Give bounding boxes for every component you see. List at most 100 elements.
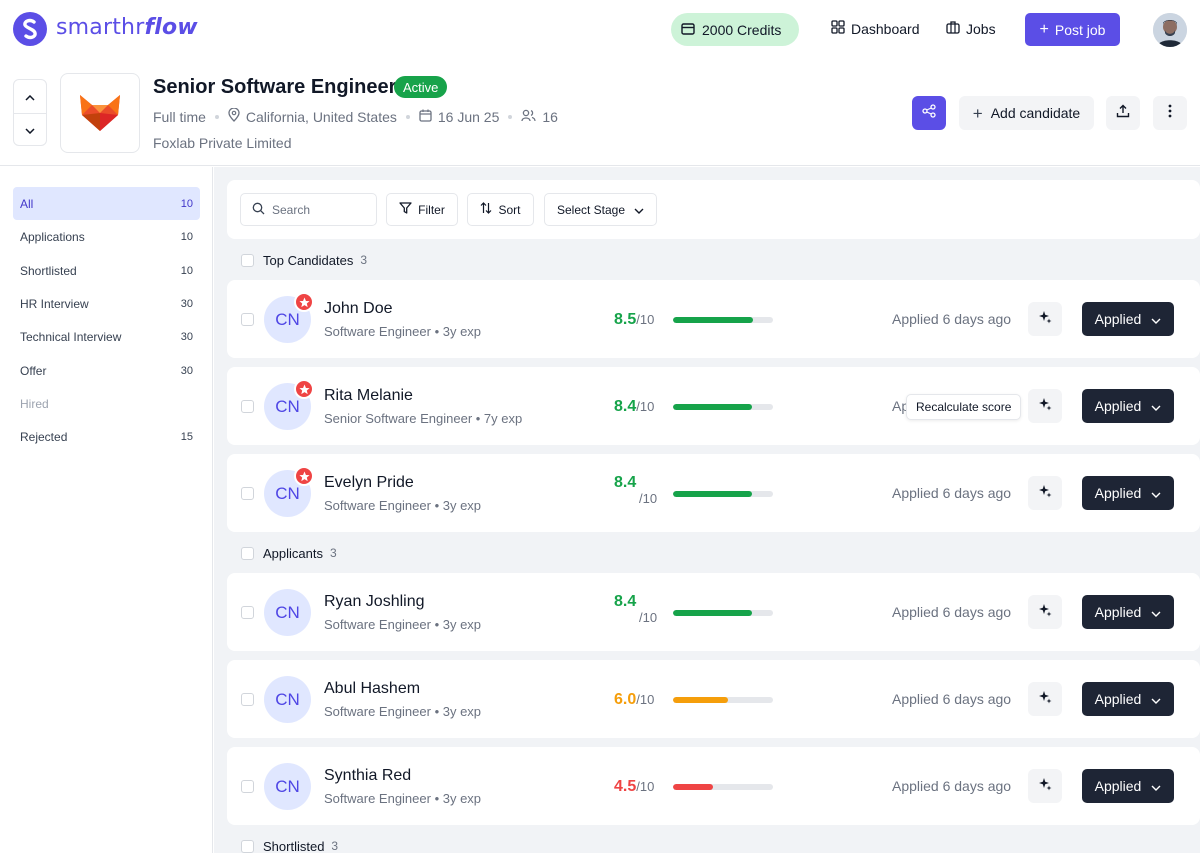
candidate-checkbox[interactable]	[241, 313, 254, 326]
stage-dropdown[interactable]: Applied	[1082, 476, 1174, 510]
stage-dropdown[interactable]: Applied	[1082, 682, 1174, 716]
score-bar	[673, 404, 773, 410]
candidate-role: Software Engineer • 3y exp	[324, 324, 482, 339]
sidebar-item-label: Hired	[20, 396, 49, 411]
search-input[interactable]: Search	[240, 193, 377, 226]
chevron-down-icon	[1151, 398, 1161, 414]
post-job-button[interactable]: + Post job	[1025, 13, 1120, 46]
more-options-button[interactable]	[1153, 96, 1187, 130]
credits-badge[interactable]: 2000 Credits	[671, 13, 799, 46]
candidate-checkbox[interactable]	[241, 606, 254, 619]
sidebar-item-label: All	[20, 196, 34, 211]
candidate-checkbox[interactable]	[241, 780, 254, 793]
score-denominator: /10	[636, 399, 655, 414]
app-logo-text[interactable]: smarthrflow	[56, 15, 198, 40]
score-value: 8.5	[614, 311, 637, 328]
add-candidate-button[interactable]: + Add candidate	[959, 96, 1094, 130]
share-button[interactable]	[912, 96, 946, 130]
score-bar-fill	[673, 610, 752, 616]
score-denominator: /10	[639, 610, 658, 625]
candidate-score: 8.4/10	[614, 474, 657, 506]
candidate-card[interactable]: CN Abul Hashem Software Engineer • 3y ex…	[227, 660, 1200, 738]
select-stage-dropdown[interactable]: Select Stage	[544, 193, 657, 226]
company-logo	[60, 73, 140, 153]
export-button[interactable]	[1106, 96, 1140, 130]
sidebar-item-hired[interactable]: Hired	[13, 387, 200, 420]
sidebar-item-all[interactable]: All 10	[13, 187, 200, 220]
candidate-card[interactable]: CN Rita Melanie Senior Software Engineer…	[227, 367, 1200, 445]
candidate-checkbox[interactable]	[241, 400, 254, 413]
nav-jobs-label: Jobs	[966, 20, 996, 37]
candidate-avatar: CN	[264, 763, 311, 810]
sidebar-item-offer[interactable]: Offer 30	[13, 354, 200, 387]
chevron-down-icon	[1151, 604, 1161, 620]
meta-separator	[214, 114, 219, 119]
next-job-button[interactable]	[14, 113, 46, 146]
section-title: Shortlisted	[263, 838, 325, 853]
sidebar-item-count: 10	[180, 230, 193, 243]
candidate-checkbox[interactable]	[241, 693, 254, 706]
sidebar-item-shortlisted[interactable]: Shortlisted 10	[13, 254, 200, 287]
section-title: Applicants	[263, 545, 323, 561]
score-bar	[673, 784, 773, 790]
score-value: 4.5	[614, 778, 637, 795]
sidebar-item-count: 30	[180, 330, 193, 343]
logo-icon[interactable]	[13, 12, 47, 46]
candidate-card[interactable]: CN Synthia Red Software Engineer • 3y ex…	[227, 747, 1200, 825]
score-denominator: /10	[636, 779, 655, 794]
select-section-checkbox[interactable]	[241, 839, 254, 853]
sidebar-item-technical-interview[interactable]: Technical Interview 30	[13, 320, 200, 353]
recalculate-score-button[interactable]	[1028, 389, 1062, 423]
filter-button[interactable]: Filter	[386, 193, 458, 226]
sidebar-item-hr-interview[interactable]: HR Interview 30	[13, 287, 200, 320]
recalculate-score-button[interactable]	[1028, 595, 1062, 629]
calendar-icon	[419, 109, 432, 125]
stage-dropdown[interactable]: Applied	[1082, 769, 1174, 803]
job-meta: Full time California, United States 16 J…	[153, 107, 558, 125]
candidate-card[interactable]: CN John Doe Software Engineer • 3y exp 8…	[227, 280, 1200, 358]
section-count: 3	[360, 253, 368, 267]
sidebar-item-applications[interactable]: Applications 10	[13, 220, 200, 253]
select-section-checkbox[interactable]	[241, 546, 254, 560]
sidebar-item-rejected[interactable]: Rejected 15	[13, 420, 200, 453]
section-shortlisted: Shortlisted 3	[241, 836, 338, 853]
sparkle-icon	[1038, 310, 1052, 329]
section-applicants: Applicants 3	[241, 543, 337, 563]
select-section-checkbox[interactable]	[241, 253, 254, 267]
stage-dropdown[interactable]: Applied	[1082, 302, 1174, 336]
score-denominator: /10	[636, 312, 655, 327]
nav-dashboard-label: Dashboard	[851, 20, 920, 37]
candidate-checkbox[interactable]	[241, 487, 254, 500]
briefcase-icon	[946, 20, 960, 37]
recalculate-score-button[interactable]	[1028, 769, 1062, 803]
candidate-card[interactable]: CN Ryan Joshling Software Engineer • 3y …	[227, 573, 1200, 651]
recalculate-score-button[interactable]	[1028, 682, 1062, 716]
search-icon	[252, 202, 265, 218]
search-placeholder: Search	[272, 202, 311, 217]
candidate-name[interactable]: Evelyn Pride	[324, 474, 414, 492]
user-avatar[interactable]	[1153, 13, 1187, 47]
candidate-name[interactable]: Synthia Red	[324, 767, 411, 785]
candidate-card[interactable]: CN Evelyn Pride Software Engineer • 3y e…	[227, 454, 1200, 532]
candidate-list-panel: Search Filter Sort Select Stage Top Cand…	[214, 167, 1200, 853]
recalculate-score-button[interactable]	[1028, 302, 1062, 336]
nav-dashboard[interactable]: Dashboard	[831, 20, 920, 37]
nav-jobs[interactable]: Jobs	[946, 20, 996, 37]
candidate-name[interactable]: Abul Hashem	[324, 680, 420, 698]
sparkle-icon	[1038, 397, 1052, 416]
candidate-role: Software Engineer • 3y exp	[324, 617, 482, 632]
chevron-down-icon	[1151, 311, 1161, 327]
score-bar	[673, 697, 773, 703]
stage-label: Applied	[1094, 691, 1142, 707]
previous-job-button[interactable]	[14, 80, 46, 113]
applied-time: Applied 6 days ago	[892, 691, 1012, 707]
plus-icon: +	[1039, 20, 1049, 38]
score-bar-fill	[673, 784, 713, 790]
stage-dropdown[interactable]: Applied	[1082, 389, 1174, 423]
recalculate-score-button[interactable]	[1028, 476, 1062, 510]
candidate-name[interactable]: John Doe	[324, 300, 393, 318]
stage-dropdown[interactable]: Applied	[1082, 595, 1174, 629]
candidate-name[interactable]: Ryan Joshling	[324, 593, 425, 611]
sort-button[interactable]: Sort	[467, 193, 534, 226]
candidate-name[interactable]: Rita Melanie	[324, 387, 413, 405]
